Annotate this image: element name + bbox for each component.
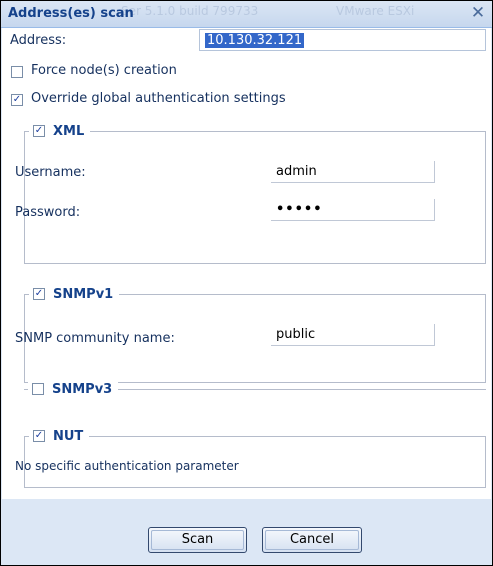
- snmp-community-value: public: [276, 327, 316, 342]
- xml-legend: ✓ XML: [29, 123, 91, 139]
- cancel-button-label: Cancel: [289, 532, 335, 547]
- password-input[interactable]: •••••: [271, 199, 435, 221]
- snmpv1-section: ✓ SNMPv1 SNMP community name: public: [15, 286, 486, 383]
- nut-note: No specific authentication parameter: [15, 459, 239, 473]
- snmp-community-input[interactable]: public: [271, 324, 435, 346]
- username-value: admin: [276, 164, 317, 179]
- override-auth-checkbox[interactable]: ✓: [11, 94, 23, 106]
- password-label: Password:: [15, 205, 81, 220]
- snmpv1-checkbox[interactable]: ✓: [33, 288, 45, 300]
- snmpv1-title: SNMPv1: [53, 286, 114, 302]
- close-icon[interactable]: ✕: [470, 5, 486, 22]
- nut-title: NUT: [53, 428, 84, 444]
- username-input[interactable]: admin: [271, 161, 435, 183]
- snmpv3-checkbox[interactable]: [32, 383, 44, 395]
- dialog-body: Address: 10.130.32.121 Force node(s) cre…: [2, 28, 491, 499]
- dialog-footer: Scan Cancel: [2, 499, 491, 565]
- dialog-titlebar[interactable]: Ser 5.1.0 build 799733 VMware ESXi Addre…: [1, 1, 492, 28]
- snmpv3-legend: SNMPv3: [28, 381, 119, 397]
- snmp-community-label: SNMP community name:: [15, 331, 175, 346]
- dialog-title: Address(es) scan: [8, 6, 134, 21]
- background-ghost-text: VMware ESXi: [336, 4, 415, 18]
- password-value: •••••: [276, 202, 323, 217]
- address-label: Address:: [10, 33, 67, 48]
- force-creation-label: Force node(s) creation: [31, 63, 177, 78]
- nut-section: ✓ NUT No specific authentication paramet…: [15, 428, 486, 488]
- xml-checkbox[interactable]: ✓: [33, 125, 45, 137]
- scan-button-label: Scan: [181, 532, 214, 547]
- username-label: Username:: [15, 165, 86, 180]
- address-scan-dialog: Ser 5.1.0 build 799733 VMware ESXi Addre…: [0, 0, 493, 566]
- snmpv1-legend: ✓ SNMPv1: [29, 286, 120, 302]
- override-auth-label: Override global authentication settings: [31, 91, 286, 106]
- force-creation-checkbox[interactable]: [11, 66, 23, 78]
- cancel-button[interactable]: Cancel: [262, 527, 362, 553]
- xml-title: XML: [53, 123, 85, 139]
- snmpv3-title: SNMPv3: [52, 381, 113, 397]
- xml-section: ✓ XML Username: admin Password: •••••: [15, 123, 486, 264]
- scan-button[interactable]: Scan: [148, 527, 247, 553]
- background-ghost-text: Ser 5.1.0 build 799733: [121, 4, 259, 18]
- nut-legend: ✓ NUT: [29, 428, 90, 444]
- address-value: 10.130.32.121: [205, 33, 305, 48]
- address-input[interactable]: 10.130.32.121: [199, 29, 486, 51]
- nut-checkbox[interactable]: ✓: [33, 430, 45, 442]
